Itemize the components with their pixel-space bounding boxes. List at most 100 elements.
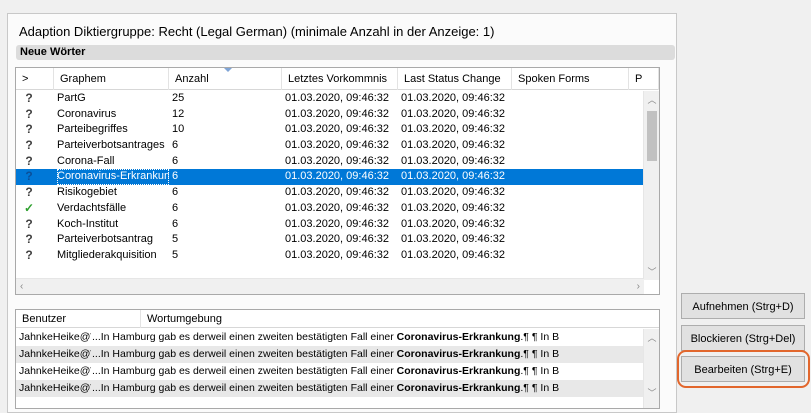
table-row[interactable]: ? Corona-Fall 6 01.03.2020, 09:46:32 01.03.2… bbox=[16, 154, 644, 170]
context-term: Coronavirus-Erkrankung bbox=[396, 382, 521, 394]
context-cell: ...In Hamburg gab es derweil einen zweit… bbox=[92, 329, 644, 346]
column-header-spoken-forms[interactable]: Spoken Forms bbox=[512, 68, 629, 90]
letztes-vorkommnis-cell: 01.03.2020, 09:46:32 bbox=[285, 248, 389, 261]
context-cell: ...In Hamburg gab es derweil einen zweit… bbox=[92, 346, 644, 363]
anzahl-cell: 6 bbox=[172, 217, 179, 230]
horizontal-scrollbar[interactable]: ‹ › bbox=[16, 278, 644, 294]
graphem-cell: Koch-Institut bbox=[57, 217, 119, 230]
column-header-p[interactable]: P bbox=[629, 68, 659, 90]
letztes-vorkommnis-cell: 01.03.2020, 09:46:32 bbox=[285, 201, 389, 214]
graphem-cell: Coronavirus-Erkrankung bbox=[57, 169, 169, 186]
table-row[interactable]: ? Coronavirus-Erkrankung 6 01.03.2020, 09:4… bbox=[16, 169, 644, 186]
table-row[interactable]: ? Parteibegriffes 10 01.03.2020, 09:46:32 01… bbox=[16, 122, 644, 138]
column-header-expand[interactable]: > bbox=[16, 68, 54, 90]
context-text-before: ...In Hamburg gab es derweil einen zweit… bbox=[92, 348, 397, 360]
column-header-wortumgebung[interactable]: Wortumgebung bbox=[141, 310, 644, 328]
anzahl-cell: 25 bbox=[172, 92, 185, 104]
question-icon: ? bbox=[25, 138, 33, 153]
sort-descending-icon bbox=[224, 68, 232, 72]
last-status-change-cell: 01.03.2020, 09:46:32 bbox=[401, 92, 505, 104]
block-word-button[interactable]: Blockieren (Strg+Del) bbox=[681, 325, 805, 351]
context-vertical-scrollbar[interactable]: ︿ ﹀ bbox=[643, 329, 659, 408]
scroll-down-icon[interactable]: ﹀ bbox=[644, 265, 659, 278]
context-term: Coronavirus-Erkrankung bbox=[396, 365, 521, 377]
table-row[interactable]: ? Koch-Institut 6 01.03.2020, 09:46:32 01.03… bbox=[16, 217, 644, 233]
context-text-before: ...In Hamburg gab es derweil einen zweit… bbox=[92, 331, 397, 343]
graphem-cell: Parteibegriffes bbox=[57, 123, 128, 136]
anzahl-cell: 6 bbox=[172, 201, 179, 214]
context-text-after: .¶ ¶ In B bbox=[520, 382, 560, 394]
table-row[interactable]: ? PartG 25 01.03.2020, 09:46:32 01.03.2020, … bbox=[16, 91, 644, 107]
scroll-down-icon[interactable]: ﹀ bbox=[644, 386, 659, 399]
graphem-cell: Parteiverbotsantrages bbox=[57, 139, 165, 152]
context-table-header: Benutzer Wortumgebung bbox=[16, 310, 659, 328]
last-status-change-cell: 01.03.2020, 09:46:32 bbox=[401, 186, 505, 199]
vertical-scrollbar[interactable]: ︿ ﹀ bbox=[643, 91, 659, 280]
context-table-body: JahnkeHeike@WKD...In Hamburg gab es derw… bbox=[16, 329, 644, 397]
context-text-after: .¶ ¶ In B bbox=[520, 365, 560, 377]
add-word-button[interactable]: Aufnehmen (Strg+D) bbox=[681, 293, 805, 319]
scrollbar-thumb[interactable] bbox=[647, 111, 657, 161]
context-row[interactable]: JahnkeHeike@WKD...In Hamburg gab es derw… bbox=[16, 329, 644, 346]
scroll-left-icon[interactable]: ‹ bbox=[20, 279, 23, 294]
context-row[interactable]: JahnkeHeike@WKD...In Hamburg gab es derw… bbox=[16, 380, 644, 397]
last-status-change-cell: 01.03.2020, 09:46:32 bbox=[401, 154, 505, 167]
column-header-benutzer[interactable]: Benutzer bbox=[16, 310, 141, 328]
column-header-anzahl[interactable]: Anzahl bbox=[169, 68, 282, 90]
context-text-after: .¶ ¶ In B bbox=[520, 348, 560, 360]
graphem-cell: Coronavirus bbox=[57, 107, 117, 120]
question-icon: ? bbox=[25, 169, 33, 184]
table-header: > Graphem Anzahl Letztes Vorkommnis Last… bbox=[16, 68, 659, 90]
table-row[interactable]: ? Parteiverbotsantrages 6 01.03.2020, 09:46… bbox=[16, 138, 644, 154]
question-icon: ? bbox=[25, 106, 33, 121]
anzahl-cell: 6 bbox=[172, 170, 179, 183]
letztes-vorkommnis-cell: 01.03.2020, 09:46:32 bbox=[285, 217, 389, 230]
table-body: ? PartG 25 01.03.2020, 09:46:32 01.03.2020, … bbox=[16, 91, 644, 264]
question-icon: ? bbox=[25, 216, 33, 231]
table-row[interactable]: ✓ Verdachtsfälle 6 01.03.2020, 09:46:32 01.0… bbox=[16, 201, 644, 217]
user-cell: JahnkeHeike@WKD bbox=[19, 348, 91, 360]
check-icon: ✓ bbox=[23, 200, 35, 215]
table-row[interactable]: ? Coronavirus 12 01.03.2020, 09:46:32 01.03.… bbox=[16, 107, 644, 123]
last-status-change-cell: 01.03.2020, 09:46:32 bbox=[401, 217, 505, 230]
context-cell: ...In Hamburg gab es derweil einen zweit… bbox=[92, 380, 644, 397]
table-row[interactable]: ? Mitgliederakquisition 5 01.03.2020, 09:46… bbox=[16, 248, 644, 264]
table-row[interactable]: ? Parteiverbotsantrag 5 01.03.2020, 09:46:3… bbox=[16, 232, 644, 248]
anzahl-cell: 6 bbox=[172, 154, 179, 167]
table-row[interactable]: ? Risikogebiet 6 01.03.2020, 09:46:32 01.03.… bbox=[16, 185, 644, 201]
question-icon: ? bbox=[25, 185, 33, 200]
letztes-vorkommnis-cell: 01.03.2020, 09:46:32 bbox=[285, 186, 389, 199]
letztes-vorkommnis-cell: 01.03.2020, 09:46:32 bbox=[285, 107, 389, 120]
scroll-up-icon[interactable]: ︿ bbox=[644, 93, 659, 106]
letztes-vorkommnis-cell: 01.03.2020, 09:46:32 bbox=[285, 154, 389, 167]
edit-word-button[interactable]: Bearbeiten (Strg+E) bbox=[681, 356, 805, 382]
context-text-before: ...In Hamburg gab es derweil einen zweit… bbox=[92, 365, 397, 377]
context-row[interactable]: JahnkeHeike@WKD...In Hamburg gab es derw… bbox=[16, 363, 644, 380]
graphem-cell: Parteiverbotsantrag bbox=[57, 233, 153, 246]
anzahl-cell: 10 bbox=[172, 123, 185, 136]
new-words-table[interactable]: > Graphem Anzahl Letztes Vorkommnis Last… bbox=[15, 67, 660, 295]
context-text-after: .¶ ¶ In B bbox=[520, 331, 560, 343]
word-context-table[interactable]: Benutzer Wortumgebung JahnkeHeike@WKD...… bbox=[15, 309, 660, 409]
letztes-vorkommnis-cell: 01.03.2020, 09:46:32 bbox=[285, 123, 389, 136]
last-status-change-cell: 01.03.2020, 09:46:32 bbox=[401, 201, 505, 214]
context-term: Coronavirus-Erkrankung bbox=[396, 331, 521, 343]
user-cell: JahnkeHeike@WKD bbox=[19, 382, 91, 394]
column-header-letztes-vorkommnis[interactable]: Letztes Vorkommnis bbox=[282, 68, 398, 90]
last-status-change-cell: 01.03.2020, 09:46:32 bbox=[401, 248, 505, 261]
graphem-cell: Risikogebiet bbox=[57, 186, 117, 199]
user-cell: JahnkeHeike@WKD bbox=[19, 331, 91, 343]
question-icon: ? bbox=[25, 232, 33, 247]
context-row[interactable]: JahnkeHeike@WKD...In Hamburg gab es derw… bbox=[16, 346, 644, 363]
scroll-right-icon[interactable]: › bbox=[637, 279, 640, 294]
scroll-up-icon[interactable]: ︿ bbox=[644, 331, 659, 344]
column-header-graphem[interactable]: Graphem bbox=[54, 68, 169, 90]
dialog-title: Adaption Diktiergruppe: Recht (Legal Ger… bbox=[19, 24, 495, 39]
graphem-cell: Corona-Fall bbox=[57, 154, 115, 167]
last-status-change-cell: 01.03.2020, 09:46:32 bbox=[401, 139, 505, 152]
last-status-change-cell: 01.03.2020, 09:46:32 bbox=[401, 233, 505, 246]
column-header-anzahl-label: Anzahl bbox=[175, 73, 209, 85]
section-new-words[interactable]: Neue Wörter bbox=[16, 45, 675, 60]
context-term: Coronavirus-Erkrankung bbox=[396, 348, 521, 360]
column-header-last-status-change[interactable]: Last Status Change bbox=[398, 68, 512, 90]
